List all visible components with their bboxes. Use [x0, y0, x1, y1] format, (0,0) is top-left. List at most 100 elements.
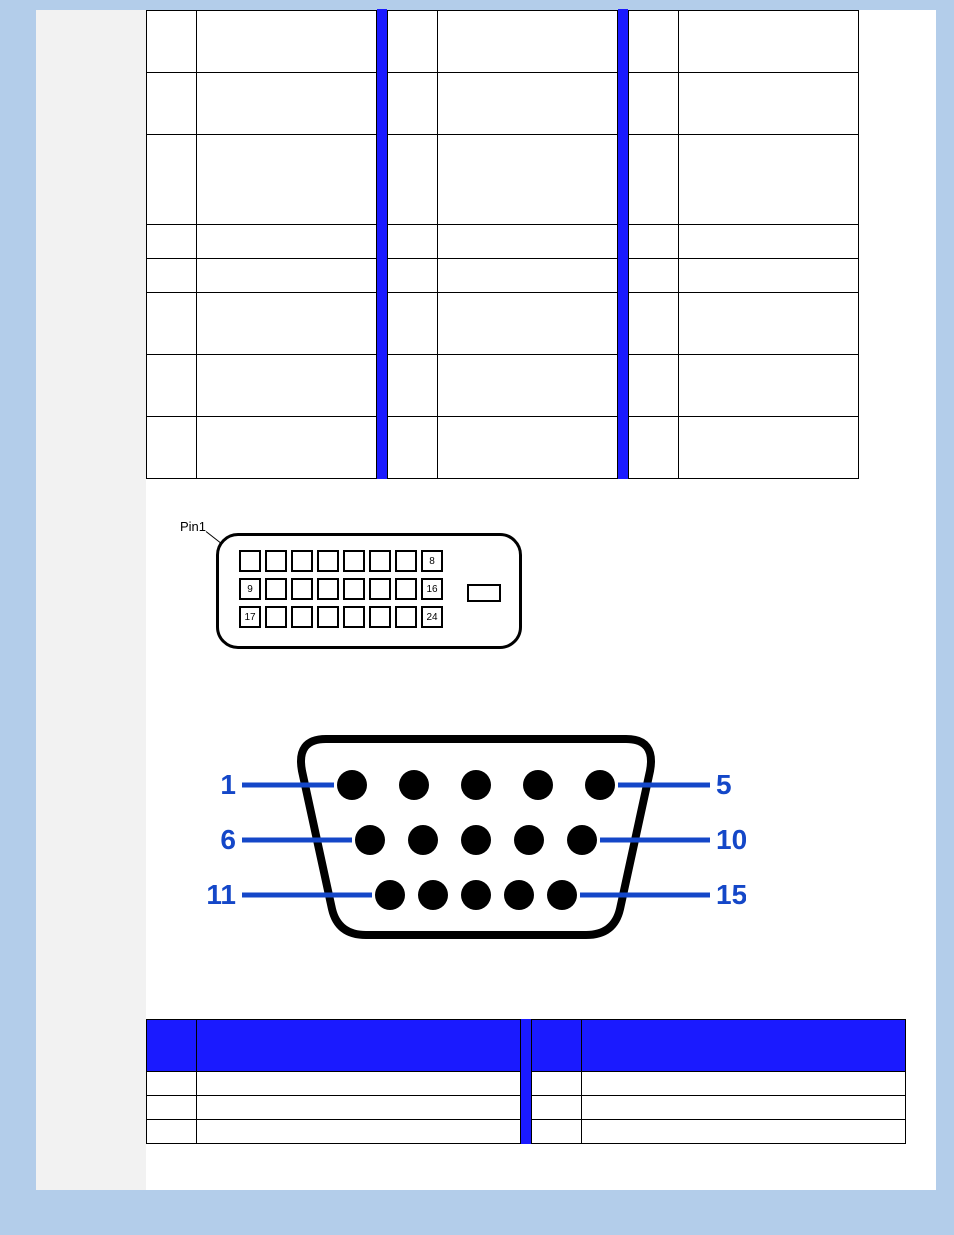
dvi-pin: [317, 578, 339, 600]
pin-cell: [532, 1120, 582, 1144]
table-row: [147, 417, 377, 479]
vga-pin: [461, 770, 491, 800]
dvi-pin-table: [146, 10, 936, 479]
table-row: [388, 225, 618, 259]
vga-label-5: 5: [716, 769, 732, 800]
pin-cell: [532, 1072, 582, 1096]
dvi-pin: [395, 606, 417, 628]
table-row: [629, 135, 859, 225]
assignment-cell: [679, 259, 859, 293]
dvi-pin: [291, 550, 313, 572]
desc-cell: [582, 1096, 906, 1120]
pin-cell: [147, 259, 197, 293]
pin-cell: [388, 73, 438, 135]
pin-cell: [388, 225, 438, 259]
dvi-pin: [239, 550, 261, 572]
dvi-pin: 8: [421, 550, 443, 572]
pin-cell: [388, 293, 438, 355]
pin-cell: [147, 225, 197, 259]
vga-label-1: 1: [220, 769, 236, 800]
dvi-column-3: [628, 10, 859, 479]
table-row: [147, 355, 377, 417]
dvi-column-2: [387, 10, 618, 479]
dvi-pin: [265, 578, 287, 600]
pin-cell: [147, 293, 197, 355]
pin-cell: [629, 225, 679, 259]
pin-cell: [147, 73, 197, 135]
assignment-cell: [679, 11, 859, 73]
assignment-cell: [197, 417, 377, 479]
table-row: [629, 417, 859, 479]
pin-cell: [388, 135, 438, 225]
pin-cell: [629, 293, 679, 355]
pin-cell: [532, 1096, 582, 1120]
table-row: [147, 225, 377, 259]
dvi-pin: [317, 550, 339, 572]
vga-label-10: 10: [716, 824, 746, 855]
assignment-cell: [197, 293, 377, 355]
table-row: [388, 259, 618, 293]
dvi-pin: [395, 578, 417, 600]
pin1-label: Pin1: [180, 519, 206, 534]
vga-pin: [418, 880, 448, 910]
vga-table-left: [146, 1019, 521, 1144]
dvi-ground-blade: [467, 584, 501, 602]
vga-pin: [355, 825, 385, 855]
assignment-cell: [197, 355, 377, 417]
table-row: [388, 11, 618, 73]
vga-label-11: 11: [206, 879, 236, 910]
dvi-pin: 17: [239, 606, 261, 628]
pin-cell: [147, 11, 197, 73]
table-row: [388, 293, 618, 355]
desc-cell: [197, 1120, 521, 1144]
dvi-pin-row: 1724: [239, 606, 443, 628]
vga-label-6: 6: [220, 824, 236, 855]
dvi-pin-grid: 8 916 1724: [239, 550, 443, 628]
dvi-pin: [291, 578, 313, 600]
dvi-pin: [369, 550, 391, 572]
dvi-pin-row: 8: [239, 550, 443, 572]
assignment-cell: [197, 259, 377, 293]
assignment-cell: [197, 135, 377, 225]
vga-pin: [585, 770, 615, 800]
assignment-cell: [438, 225, 618, 259]
dvi-shell: 8 916 1724: [216, 533, 522, 649]
assignment-cell: [438, 11, 618, 73]
pin-cell: [629, 259, 679, 293]
dvi-pin: 16: [421, 578, 443, 600]
dvi-column-separator: [618, 9, 628, 479]
pin-cell: [629, 73, 679, 135]
dvi-pin-row: 916: [239, 578, 443, 600]
table-row: [388, 135, 618, 225]
vga-pin: [523, 770, 553, 800]
table-row: [629, 259, 859, 293]
assignment-cell: [679, 73, 859, 135]
desc-cell: [582, 1120, 906, 1144]
table-row: [147, 11, 377, 73]
desc-cell: [582, 1072, 906, 1096]
assignment-cell: [679, 355, 859, 417]
pin-cell: [629, 417, 679, 479]
vga-pin: [375, 880, 405, 910]
vga-pin: [408, 825, 438, 855]
dvi-column-separator: [377, 9, 387, 479]
vga-pin: [399, 770, 429, 800]
assignment-cell: [679, 417, 859, 479]
dvi-column-1: [146, 10, 377, 479]
vga-column-separator: [521, 1019, 531, 1144]
table-row: [532, 1072, 906, 1096]
table-row: [532, 1096, 906, 1120]
table-row: [388, 417, 618, 479]
pin-cell: [629, 135, 679, 225]
pin-cell: [147, 1096, 197, 1120]
vga-pin: [337, 770, 367, 800]
vga-header-pin: [147, 1020, 197, 1072]
dvi-pin: [265, 550, 287, 572]
dvi-pin: [265, 606, 287, 628]
pin-cell: [147, 1120, 197, 1144]
table-row: [147, 1072, 521, 1096]
assignment-cell: [438, 135, 618, 225]
assignment-cell: [679, 225, 859, 259]
pin-cell: [388, 11, 438, 73]
vga-label-15: 15: [716, 879, 746, 910]
